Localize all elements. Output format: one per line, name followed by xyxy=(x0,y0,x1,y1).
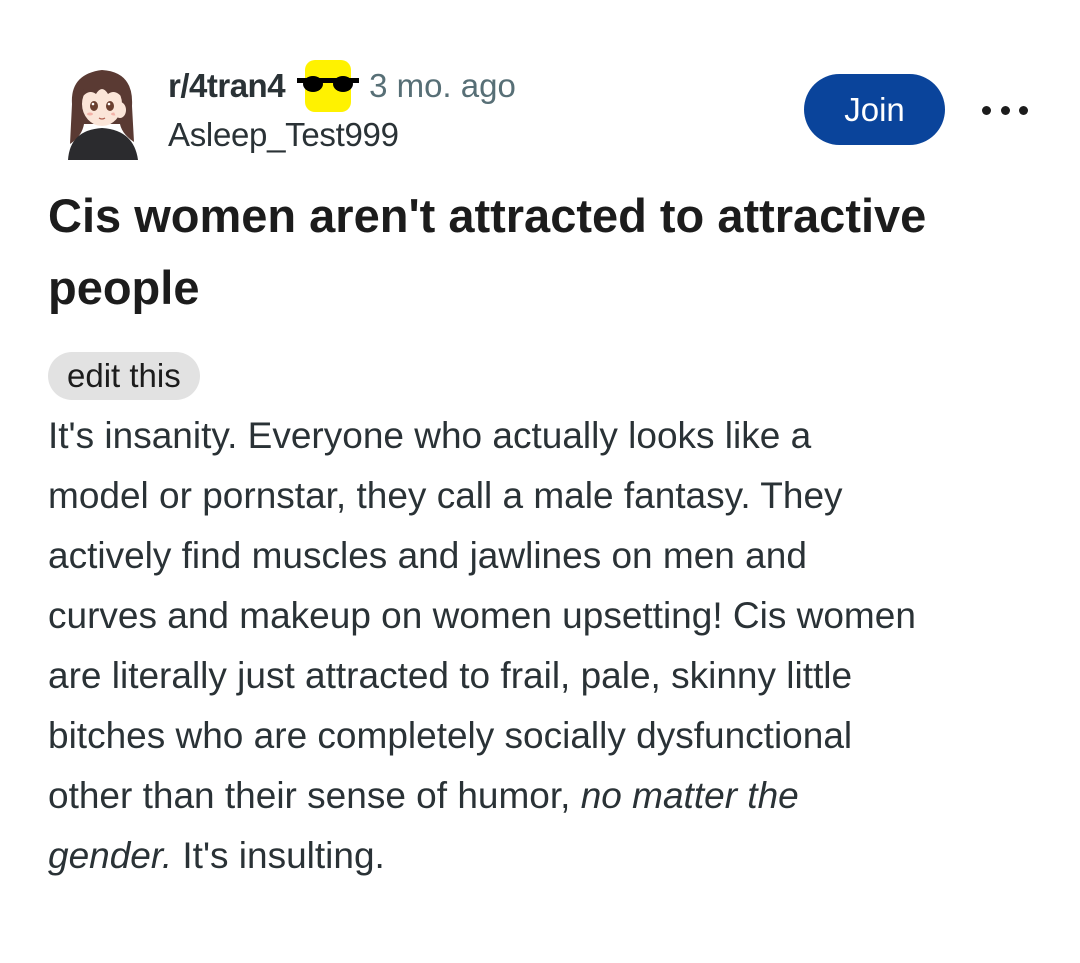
body-line: It's insanity. Everyone who actually loo… xyxy=(48,415,812,456)
dot xyxy=(1000,105,1010,115)
body-line: bitches who are completely socially dysf… xyxy=(48,715,853,756)
yellow-sunglasses-icon xyxy=(297,60,360,112)
body-line: are literally just attracted to frail, p… xyxy=(48,655,853,696)
post-body: It's insanity. Everyone who actually loo… xyxy=(48,406,1048,886)
post-title-line: people xyxy=(48,261,200,314)
post-flair[interactable]: edit this xyxy=(48,352,200,400)
dot xyxy=(982,105,991,115)
user-avatar[interactable] xyxy=(62,64,142,160)
body-line: curves and makeup on women upsetting! Ci… xyxy=(48,595,916,636)
meta-line: r/4tran4 3 mo. ago xyxy=(168,60,516,112)
post-title-line: Cis women aren't attracted to attractive xyxy=(48,189,927,242)
more-options-icon[interactable] xyxy=(982,96,1028,124)
body-line: gender. It's insulting. xyxy=(48,826,1048,886)
body-text: other than their sense of humor, xyxy=(48,775,581,816)
body-text: It's insulting. xyxy=(172,835,385,876)
dot xyxy=(1019,105,1028,115)
post-meta: r/4tran4 3 mo. ago Asleep_Test999 xyxy=(168,60,516,154)
post-card: r/4tran4 3 mo. ago Asleep_Test999 Join C… xyxy=(0,0,1080,963)
body-line: actively find muscles and jawlines on me… xyxy=(48,535,807,576)
post-time: 3 mo. ago xyxy=(369,67,516,104)
body-italic-text: no matter the xyxy=(580,775,799,816)
body-italic-text: gender. xyxy=(48,835,173,876)
subreddit-link[interactable]: r/4tran4 xyxy=(168,67,286,105)
body-line: model or pornstar, they call a male fant… xyxy=(48,475,843,516)
avatar-anime-girl-icon xyxy=(68,70,138,160)
username-link[interactable]: Asleep_Test999 xyxy=(168,116,516,154)
body-line: other than their sense of humor, no matt… xyxy=(48,766,1048,826)
join-button[interactable]: Join xyxy=(804,74,945,145)
post-title[interactable]: Cis women aren't attracted to attractive… xyxy=(48,180,1038,324)
